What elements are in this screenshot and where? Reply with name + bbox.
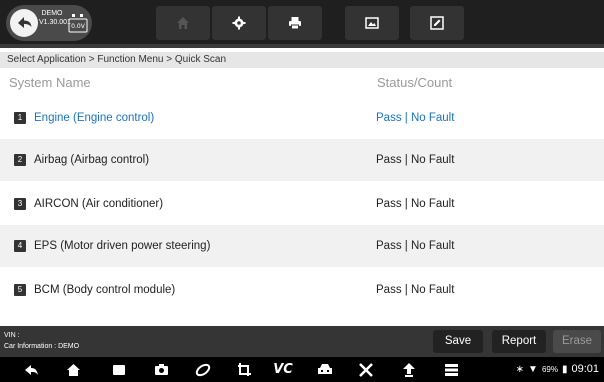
home-icon[interactable] xyxy=(65,361,82,378)
erase-button[interactable]: Erase xyxy=(553,330,601,353)
menu-icon[interactable] xyxy=(443,361,460,378)
browser-icon[interactable] xyxy=(194,361,211,378)
system-status: Pass | No Fault xyxy=(376,112,455,124)
column-header-status: Status/Count xyxy=(377,75,453,90)
table-row[interactable]: 1 Engine (Engine control) Pass | No Faul… xyxy=(0,97,604,139)
tools-icon[interactable] xyxy=(357,361,374,378)
save-button[interactable]: Save xyxy=(433,330,483,353)
version-label: V1.30.001 xyxy=(39,19,71,26)
system-status: Pass | No Fault xyxy=(376,284,455,296)
edit-icon xyxy=(430,16,444,30)
bluetooth-icon: ∗ xyxy=(515,363,525,375)
system-name: BCM (Body control module) xyxy=(34,284,176,296)
system-name: AIRCON (Air conditioner) xyxy=(34,198,164,210)
image-icon xyxy=(365,17,379,29)
table-row[interactable]: 4 EPS (Motor driven power steering) Pass… xyxy=(0,225,604,267)
screenshot-tool-button[interactable] xyxy=(345,6,399,40)
car-icon[interactable] xyxy=(316,361,333,378)
table-row[interactable]: 2 Airbag (Airbag control) Pass | No Faul… xyxy=(0,139,604,181)
battery-level: 69% xyxy=(541,364,558,374)
report-button[interactable]: Report xyxy=(492,330,546,353)
clock: 09:01 xyxy=(571,363,599,375)
home-tool-button[interactable] xyxy=(156,6,210,40)
system-status: Pass | No Fault xyxy=(376,154,455,166)
row-number: 1 xyxy=(14,112,26,124)
column-header-system-name: System Name xyxy=(9,75,91,90)
vci-voltage-icon: 0.0V xyxy=(68,12,88,34)
vci-icon[interactable]: VC xyxy=(270,361,296,378)
demo-version-label: DEMO V1.30.001 xyxy=(39,9,71,27)
system-status: Pass | No Fault xyxy=(376,240,455,252)
print-tool-button[interactable] xyxy=(268,6,322,40)
system-name: Airbag (Airbag control) xyxy=(34,154,150,166)
back-button[interactable]: DEMO V1.30.001 0.0V xyxy=(6,5,92,41)
vci-text: VC xyxy=(273,362,293,377)
top-toolbar: DEMO V1.30.001 0.0V xyxy=(0,0,604,48)
system-nav-bar: VC ∗ ▼ 69% ▮ 09:01 xyxy=(0,357,604,382)
vehicle-info: VIN : Car Information : DEMO xyxy=(4,330,79,352)
vin-label: VIN : xyxy=(4,332,20,339)
settings-tool-button[interactable] xyxy=(212,6,266,40)
wifi-icon: ▼ xyxy=(528,363,538,375)
camera-icon[interactable] xyxy=(153,361,170,378)
table-header: System Name Status/Count xyxy=(0,70,604,96)
home-icon xyxy=(177,17,189,29)
car-information: Car Information : DEMO xyxy=(4,343,80,350)
status-indicators: ∗ ▼ 69% ▮ 09:01 xyxy=(516,363,599,375)
back-arrow-icon[interactable] xyxy=(10,9,38,37)
system-name: EPS (Motor driven power steering) xyxy=(34,240,211,252)
bottom-action-bar: VIN : Car Information : DEMO Save Report… xyxy=(0,326,604,357)
demo-label: DEMO xyxy=(41,10,63,17)
table-row[interactable]: 5 BCM (Body control module) Pass | No Fa… xyxy=(0,269,604,311)
vci-voltage-text: 0.0V xyxy=(71,23,86,30)
update-icon[interactable] xyxy=(400,361,417,378)
screenshot-icon[interactable] xyxy=(236,361,253,378)
battery-icon: ▮ xyxy=(561,363,568,375)
system-name: Engine (Engine control) xyxy=(34,112,155,124)
recent-apps-icon[interactable] xyxy=(110,361,127,378)
edit-tool-button[interactable] xyxy=(410,6,464,40)
table-row[interactable]: 3 AIRCON (Air conditioner) Pass | No Fau… xyxy=(0,183,604,225)
row-number: 3 xyxy=(14,198,26,210)
system-status: Pass | No Fault xyxy=(376,198,455,210)
row-number: 2 xyxy=(14,154,26,166)
printer-icon xyxy=(289,17,301,30)
back-icon[interactable] xyxy=(22,361,39,378)
row-number: 4 xyxy=(14,240,26,252)
row-number: 5 xyxy=(14,284,26,296)
breadcrumb: Select Application > Function Menu > Qui… xyxy=(0,52,604,68)
gear-icon xyxy=(232,16,246,30)
